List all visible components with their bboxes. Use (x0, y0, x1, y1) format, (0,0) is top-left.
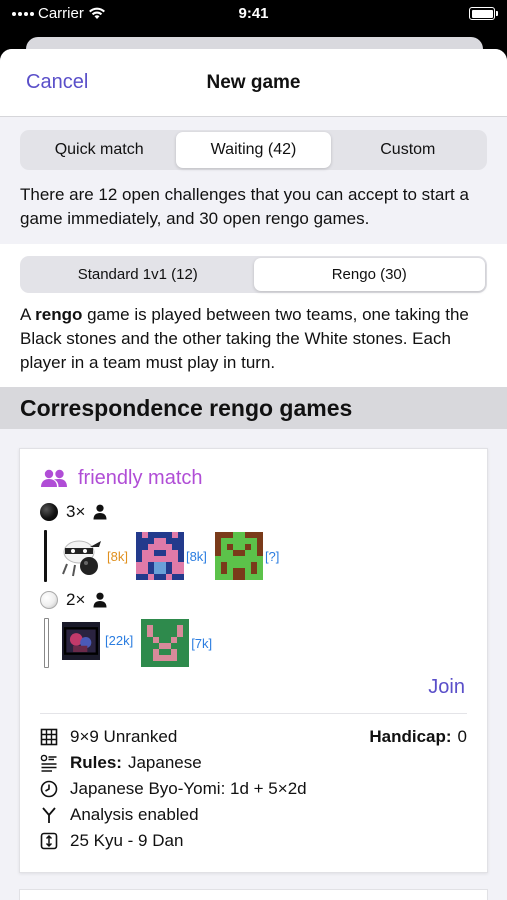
black-team: 3× [8k] [8k] [?] (40, 502, 467, 582)
tab-rengo[interactable]: Rengo (30) (253, 258, 485, 291)
handicap-label: Handicap: (369, 727, 452, 746)
game-card[interactable]: friendly match 3× [8k] [8k] [?] 2× [22k]… (19, 448, 488, 873)
person-icon (93, 504, 107, 520)
green-brown-pixel-avatar (214, 532, 263, 580)
white-team: 2× [22k] [7k] (40, 590, 467, 668)
rengo-desc-rest: game is played between two teams, one ta… (20, 305, 469, 372)
card-title: friendly match (40, 467, 467, 490)
player-entry[interactable]: [8k] (57, 532, 128, 580)
rengo-desc-prefix: A (20, 305, 36, 324)
dark-photo-avatar (62, 622, 100, 660)
rules-row: Rules: Japanese (40, 750, 467, 776)
ninja-avatar (57, 532, 105, 580)
page-title: New game (206, 72, 301, 93)
rules-list-icon (40, 754, 57, 772)
board-size-row: 9×9 Unranked Handicap: 0 (40, 724, 467, 750)
battery-icon (469, 7, 498, 20)
tab-standard-1v1[interactable]: Standard 1v1 (12) (22, 258, 254, 291)
join-button[interactable]: Join (428, 676, 467, 699)
open-challenges-summary: There are 12 open challenges that you ca… (20, 185, 469, 228)
card-divider (40, 713, 467, 714)
clock: 9:41 (238, 5, 269, 22)
player-rank: [22k] (105, 633, 134, 648)
black-stone-icon (40, 503, 58, 521)
tab-waiting[interactable]: Waiting (42) (176, 132, 331, 168)
black-team-members: [8k] [8k] [?] (44, 530, 467, 582)
black-team-bar (44, 530, 47, 582)
game-type-segmented-control: Standard 1v1 (12) Rengo (30) (20, 256, 487, 293)
analysis-row: Analysis enabled (40, 802, 467, 828)
player-entry[interactable]: [7k] (141, 619, 212, 667)
white-team-bar (44, 618, 49, 668)
next-game-card[interactable] (19, 889, 488, 900)
mode-area: Quick match Waiting (42) Custom There ar… (0, 117, 507, 244)
rank-range-icon (40, 832, 58, 850)
blue-pink-pixel-avatar (135, 532, 184, 580)
tab-quick-match[interactable]: Quick match (22, 132, 176, 168)
player-rank: [?] (264, 549, 280, 564)
section-header: Correspondence rengo games (0, 387, 507, 429)
player-rank: [7k] (191, 636, 213, 651)
white-team-members: [22k] [7k] (44, 618, 467, 668)
clock-icon (40, 780, 58, 798)
mode-segmented-control: Quick match Waiting (42) Custom (20, 130, 487, 170)
tab-custom[interactable]: Custom (331, 132, 485, 168)
rank-range: 25 Kyu - 9 Dan (70, 831, 184, 850)
rules-label: Rules: (70, 753, 122, 772)
game-list: friendly match 3× [8k] [8k] [?] 2× [22k]… (0, 429, 507, 900)
branch-icon (42, 807, 56, 823)
game-type-area: Standard 1v1 (12) Rengo (30) A rengo gam… (0, 244, 507, 387)
player-rank: [8k] (185, 549, 207, 564)
rules-value: Japanese (127, 753, 202, 772)
person-icon (93, 592, 107, 608)
analysis-status: Analysis enabled (70, 805, 199, 824)
time-control-row: Japanese Byo-Yomi: 1d + 5×2d (40, 776, 467, 802)
black-team-header: 3× (40, 502, 467, 522)
player-rank: [8k] (107, 549, 128, 564)
player-entry[interactable]: [8k] (135, 532, 207, 580)
grid-icon (40, 728, 58, 746)
rengo-description: A rengo game is played between two teams… (20, 303, 487, 387)
white-stone-icon (40, 591, 58, 609)
black-team-count: 3× (66, 502, 86, 521)
status-bar: Carrier 9:41 (0, 0, 507, 30)
rengo-desc-bold: rengo (35, 305, 83, 324)
green-pink-pixel-avatar (141, 619, 190, 667)
board-size: 9×9 Unranked (70, 727, 178, 746)
handicap-value: 0 (457, 727, 467, 746)
time-control: Japanese Byo-Yomi: 1d + 5×2d (70, 779, 307, 798)
white-team-header: 2× (40, 590, 467, 610)
new-game-sheet: Cancel New game Quick match Waiting (42)… (0, 49, 507, 900)
navigation-bar: Cancel New game (0, 49, 507, 117)
white-team-count: 2× (66, 590, 86, 609)
join-row: Join (40, 676, 467, 699)
rank-range-row: 25 Kyu - 9 Dan (40, 828, 467, 854)
player-entry[interactable]: [22k] (59, 622, 133, 664)
people-icon (41, 469, 67, 487)
player-entry[interactable]: [?] (214, 532, 280, 580)
card-title-text: friendly match (78, 467, 203, 489)
